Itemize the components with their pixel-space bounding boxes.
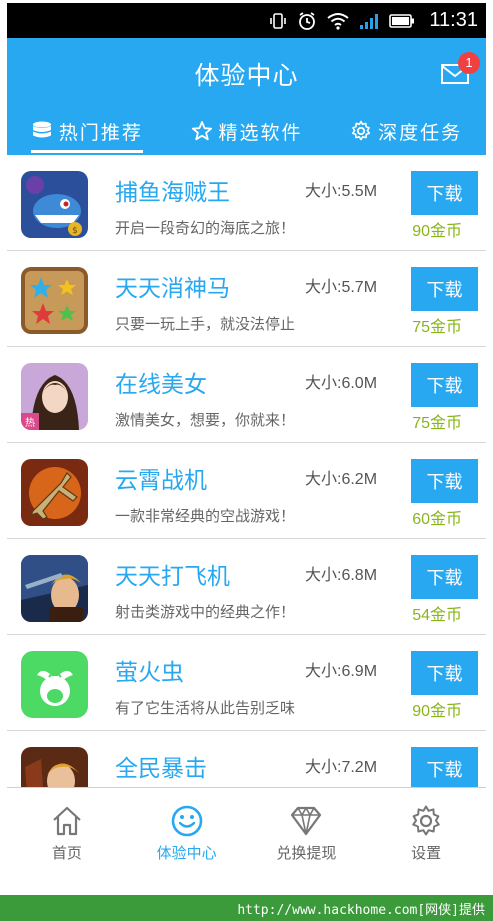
tab-bar: 热门推荐 精选软件 深度任务	[7, 107, 486, 155]
app-name: 天天消神马	[115, 276, 230, 302]
download-button[interactable]: 下载	[411, 171, 478, 215]
coin-reward: 90金币	[412, 223, 462, 240]
app-name: 捕鱼海贼王	[115, 180, 230, 206]
app-size: 大小:6.9M	[305, 663, 378, 680]
tab-selected-software[interactable]: 精选软件	[167, 107, 327, 155]
gear-icon	[352, 120, 371, 141]
tab-label: 热门推荐	[58, 121, 143, 144]
warrior-game-icon	[21, 555, 88, 622]
list-item[interactable]: 热 在线美女 大小:6.0M 激情美女，想要，你就来！ 下载 75金币	[7, 347, 486, 443]
app-size: 大小:7.2M	[305, 759, 378, 776]
list-item[interactable]: $ 捕鱼海贼王 大小:5.5M 开启一段奇幻的海底之旅！ 下载 90金币	[7, 155, 486, 251]
app-name: 萤火虫	[115, 660, 184, 686]
signal-icon	[360, 13, 379, 29]
app-size: 大小:6.0M	[305, 375, 378, 392]
app-size: 大小:5.5M	[305, 183, 378, 200]
mail-button[interactable]: 1	[440, 52, 480, 88]
alarm-icon	[299, 11, 316, 30]
smiley-icon	[171, 805, 202, 837]
app-description: 有了它生活将从此告别乏味	[115, 699, 296, 717]
nav-label: 兑换提现	[276, 844, 337, 862]
app-name: 天天打飞机	[115, 564, 230, 590]
app-name: 全民暴击	[115, 756, 207, 782]
nav-label: 设置	[411, 844, 442, 862]
nav-experience-center[interactable]: 体验中心	[127, 788, 247, 895]
notification-badge: 1	[458, 52, 480, 74]
list-item[interactable]: 天天消神马 大小:5.7M 只要一玩上手，就没法停止 下载 75金币	[7, 251, 486, 347]
nav-label: 体验中心	[156, 844, 217, 862]
watermark-bar: http://www.hackhome.com[网侠]提供	[0, 895, 493, 921]
download-button[interactable]: 下载	[411, 747, 478, 787]
app-description: 激情美女，想要，你就来！	[115, 411, 296, 429]
vibrate-icon	[270, 12, 287, 29]
coin-reward: 60金币	[412, 511, 462, 528]
app-description: 只要一玩上手，就没法停止	[115, 315, 296, 333]
star-match-game-icon	[21, 267, 88, 334]
app-name: 云霄战机	[115, 468, 207, 494]
download-button[interactable]: 下载	[411, 651, 478, 695]
coin-reward: 75金币	[412, 415, 462, 432]
home-icon	[53, 806, 81, 836]
app-description: 一款非常经典的空战游戏！	[115, 507, 296, 525]
nav-redeem-withdraw[interactable]: 兑换提现	[247, 788, 367, 895]
wifi-icon	[327, 12, 350, 30]
bottom-navigation: 首页 体验中心 兑换提现 设置	[7, 787, 486, 895]
battery-icon	[389, 13, 415, 28]
watermark-text: http://www.hackhome.com[网侠]提供	[237, 903, 485, 918]
download-button[interactable]: 下载	[411, 267, 478, 311]
nav-label: 首页	[51, 844, 82, 862]
fighter-character-icon	[21, 747, 88, 787]
fighter-jet-icon	[21, 459, 88, 526]
app-size: 大小:5.7M	[305, 279, 378, 296]
app-name: 在线美女	[115, 372, 207, 398]
download-button[interactable]: 下载	[411, 363, 478, 407]
coin-reward: 75金币	[412, 319, 462, 336]
phone-screen: 11:31 体验中心 1 热门推荐 精选软件 深度任务 $ 捕鱼海贼王 大小:5…	[0, 0, 493, 921]
girl-portrait-icon: 热	[21, 363, 88, 430]
tab-deep-tasks[interactable]: 深度任务	[326, 107, 486, 155]
app-size: 大小:6.2M	[305, 471, 378, 488]
coin-reward: 90金币	[412, 703, 462, 720]
shark-game-icon: $	[21, 171, 88, 238]
list-item[interactable]: 天天打飞机 大小:6.8M 射击类游戏中的经典之作！ 下载 54金币	[7, 539, 486, 635]
app-header: 体验中心 1	[7, 38, 486, 107]
active-tab-indicator	[31, 150, 143, 153]
list-item[interactable]: 萤火虫 大小:6.9M 有了它生活将从此告别乏味 下载 90金币	[7, 635, 486, 731]
database-stack-icon	[32, 121, 51, 138]
firefly-icon	[21, 651, 88, 718]
tab-label: 精选软件	[218, 121, 303, 144]
status-bar: 11:31	[7, 3, 486, 38]
app-list[interactable]: $ 捕鱼海贼王 大小:5.5M 开启一段奇幻的海底之旅！ 下载 90金币 天天消…	[7, 155, 486, 787]
tab-hot-recommend[interactable]: 热门推荐	[7, 107, 167, 155]
download-button[interactable]: 下载	[411, 555, 478, 599]
app-description: 射击类游戏中的经典之作！	[115, 603, 296, 621]
download-button[interactable]: 下载	[411, 459, 478, 503]
status-icons: 11:31	[269, 3, 478, 38]
app-size: 大小:6.8M	[305, 567, 378, 584]
star-outline-icon	[191, 121, 212, 141]
svg-text:$: $	[72, 226, 78, 236]
nav-settings[interactable]: 设置	[366, 788, 486, 895]
diamond-icon	[291, 806, 322, 836]
nav-home[interactable]: 首页	[7, 788, 127, 895]
page-title: 体验中心	[194, 61, 299, 90]
tab-label: 深度任务	[378, 121, 463, 144]
list-item[interactable]: 全民暴击 大小:7.2M 下载	[7, 731, 486, 787]
clock: 11:31	[429, 9, 478, 31]
svg-text:热: 热	[25, 416, 35, 429]
app-description: 开启一段奇幻的海底之旅！	[115, 219, 296, 237]
coin-reward: 54金币	[412, 607, 462, 624]
list-item[interactable]: 云霄战机 大小:6.2M 一款非常经典的空战游戏！ 下载 60金币	[7, 443, 486, 539]
settings-gear-icon	[412, 805, 440, 836]
